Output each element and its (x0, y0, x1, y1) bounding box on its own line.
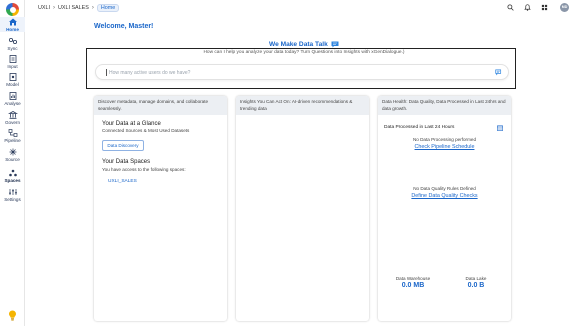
sidebar-item-home[interactable]: Home (0, 17, 25, 32)
chevron-right-icon: › (91, 5, 94, 11)
home-icon (8, 18, 17, 26)
sidebar-item-label: Pipeline (4, 138, 21, 143)
sidebar-item-source[interactable]: Source (0, 148, 25, 162)
sidebar-item-settings[interactable]: Settings (0, 188, 25, 202)
avatar[interactable]: MD (560, 3, 569, 12)
breadcrumb-current: Home (96, 4, 120, 12)
warehouse-value: 0.0 MB (401, 282, 425, 289)
card-header: Insights You Can Act On: AI-driven recom… (236, 96, 369, 115)
glance-title: Your Data at a Glance (102, 121, 161, 127)
space-link[interactable]: UXLI_SALES (108, 179, 137, 184)
sidebar-item-model[interactable]: Model (0, 73, 25, 87)
sidebar-item-label: Spaces (4, 178, 21, 183)
warehouse-label: Data Warehouse (395, 276, 431, 281)
top-header: UXLI › UXLI SALES › Home MD (26, 0, 583, 16)
sidebar-item-label: Sync (7, 46, 18, 51)
breadcrumb-item[interactable]: UXLI SALES (58, 5, 89, 11)
ask-input[interactable]: How many active users do we have? (95, 64, 509, 80)
spaces-subtitle: You have access to the following spaces: (102, 167, 186, 172)
settings-icon (8, 189, 17, 195)
chat-icon (331, 41, 339, 48)
processed-title: Data Processed in Last 24 Hours (384, 125, 455, 130)
send-icon[interactable] (495, 69, 502, 76)
text-caret (106, 69, 107, 76)
sidebar-item-label: Govern (4, 120, 21, 125)
sidebar-item-spaces[interactable]: Spaces (0, 169, 25, 183)
ask-subtitle: How can I help you analyze your data tod… (203, 50, 405, 55)
sidebar-item-label: Source (5, 157, 20, 162)
sidebar-item-label: Settings (4, 197, 21, 202)
breadcrumb: UXLI › UXLI SALES › Home (38, 4, 120, 12)
search-icon[interactable] (507, 4, 514, 11)
spaces-title: Your Data Spaces (102, 159, 151, 165)
pipeline-schedule-link[interactable]: Check Pipeline Schedule (378, 144, 511, 150)
ask-placeholder: How many active users do we have? (109, 69, 191, 76)
data-discovery-button[interactable]: Data Discovery (102, 140, 144, 151)
sidebar-item-label: Home (6, 27, 19, 32)
source-icon (9, 148, 16, 156)
glance-subtitle: Connected Sources & Most Used Datasets (102, 128, 190, 133)
sidebar-item-input[interactable]: Input (0, 55, 25, 69)
discover-card: Discover metadata, manage domains, and c… (94, 96, 227, 321)
card-header: Data Health: Data Quality, Data Processe… (378, 96, 511, 115)
chevron-right-icon: › (52, 5, 55, 11)
sidebar-item-govern[interactable]: Govern (0, 111, 25, 125)
tagline: We Make Data Talk (269, 41, 339, 48)
card-header: Discover metadata, manage domains, and c… (94, 96, 227, 115)
data-health-card: Data Health: Data Quality, Data Processe… (378, 96, 511, 321)
sidebar-item-sync[interactable]: Sync (0, 37, 25, 51)
govern-icon (7, 111, 18, 119)
lake-label: Data Lake (465, 276, 487, 281)
sidebar-item-label: Analyse (4, 101, 21, 106)
lightbulb-icon[interactable] (8, 310, 17, 321)
app-logo[interactable] (6, 3, 19, 16)
input-icon (9, 55, 16, 63)
tagline-text: We Make Data Talk (269, 41, 328, 48)
model-icon (9, 73, 16, 81)
grid-icon[interactable] (541, 4, 548, 11)
define-quality-link[interactable]: Define Data Quality Checks (378, 193, 511, 199)
sidebar-item-pipeline[interactable]: Pipeline (0, 129, 25, 143)
welcome-heading: Welcome, Master! (94, 23, 154, 30)
lake-value: 0.0 B (467, 282, 485, 289)
sidebar-item-analyse[interactable]: Analyse (0, 92, 25, 106)
sync-icon (8, 37, 17, 45)
spaces-icon (8, 169, 17, 177)
calendar-icon[interactable] (497, 125, 503, 131)
sidebar-item-label: Model (6, 82, 19, 87)
sidebar: Home Sync Input Model Analyse Govern Pip… (0, 0, 25, 326)
bell-icon[interactable] (524, 4, 531, 11)
no-processing-text: No Data Processing performed (412, 137, 477, 142)
breadcrumb-item[interactable]: UXLI (38, 5, 50, 11)
sidebar-item-label: Input (7, 64, 18, 69)
no-rules-text: No Data Quality Rules Defined (413, 186, 476, 191)
analyse-icon (9, 92, 16, 100)
insights-card: Insights You Can Act On: AI-driven recom… (236, 96, 369, 321)
pipeline-icon (8, 129, 17, 137)
